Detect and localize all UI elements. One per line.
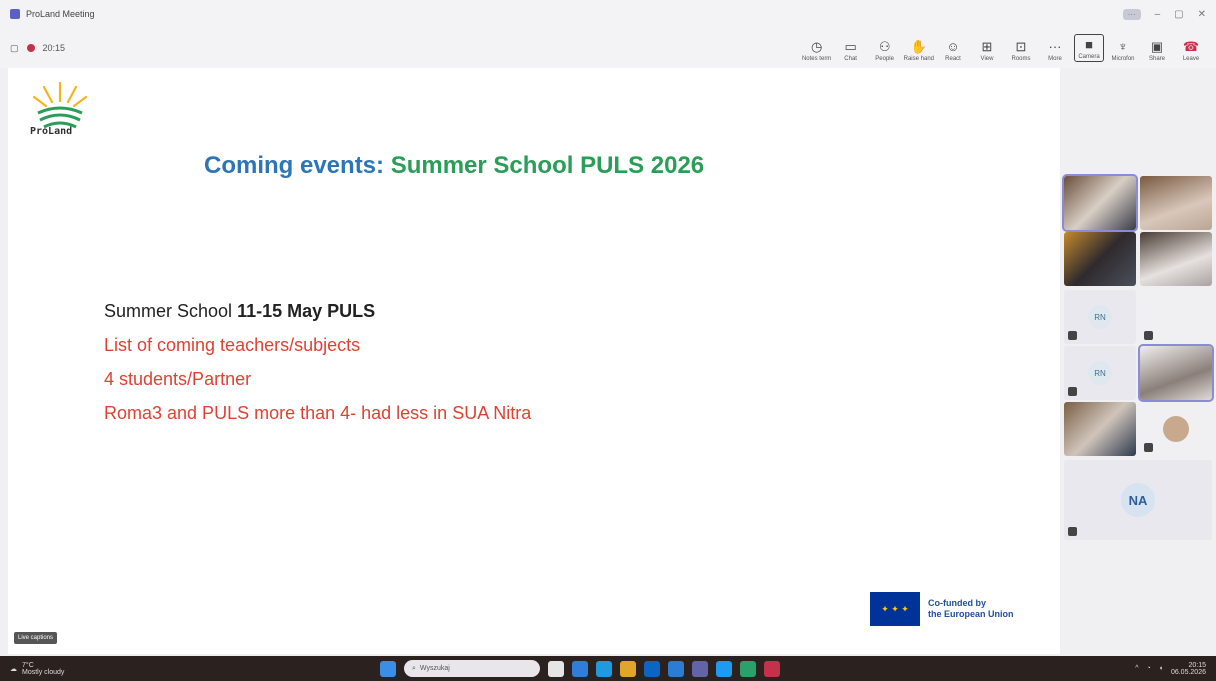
slide-bullets: Summer School 11-15 May PULS List of com… xyxy=(104,294,531,430)
title-bar: ProLand Meeting ··· – ▢ ✕ xyxy=(0,0,1216,28)
weather-widget[interactable]: ☁ 7°C Mostly cloudy xyxy=(10,662,64,676)
zoom-icon[interactable] xyxy=(716,660,732,677)
mic-button[interactable]: ♆ Microfon xyxy=(1108,38,1138,62)
wifi-icon[interactable]: ◔ xyxy=(1146,665,1150,672)
close-icon[interactable]: ✕ xyxy=(1198,9,1206,20)
react-button[interactable]: ☺ React xyxy=(938,38,968,62)
share-icon: ▣ xyxy=(1150,39,1164,54)
leave-button[interactable]: ☎ Leave xyxy=(1176,38,1206,62)
volume-icon[interactable]: ◖ xyxy=(1159,665,1163,672)
windows-taskbar: ☁ 7°C Mostly cloudy ⌕ Wyszukaj ^ ◔ ◖ 20:… xyxy=(0,656,1216,681)
edge-icon[interactable] xyxy=(596,660,612,677)
view-icon: ⊞ xyxy=(981,39,993,54)
participant-video-tile[interactable] xyxy=(1062,174,1138,232)
clock-icon: ◷ xyxy=(810,39,823,54)
avatar: RN xyxy=(1088,305,1112,329)
bullet-students: 4 students/Partner xyxy=(104,369,252,389)
title-part-2: Summer School PULS 2026 xyxy=(390,152,705,179)
live-captions-button[interactable]: Live captions xyxy=(14,632,58,644)
participant-video-tile[interactable] xyxy=(1138,344,1214,402)
mic-muted-icon xyxy=(1068,331,1077,340)
mic-muted-icon xyxy=(1144,443,1153,452)
raise-hand-icon: ✋ xyxy=(910,39,927,54)
more-icon: ··· xyxy=(1048,39,1062,54)
rooms-icon: ⊡ xyxy=(1015,39,1027,54)
tool-buttons: ◷ Notes term ▭ Chat ⚇ People ✋ Raise hand ☺ R… xyxy=(802,34,1206,62)
cloud-icon: ☁ xyxy=(10,665,17,673)
system-tray: ^ ◔ ◖ 20:15 06.05.2026 xyxy=(1135,662,1206,676)
meeting-toolbar: ▢ 20:15 ◷ Notes term ▭ Chat ⚇ People ✋ Raise… xyxy=(0,28,1216,68)
title-part-1: Coming events: xyxy=(204,152,385,179)
bullet-teachers: List of coming teachers/subjects xyxy=(104,335,361,355)
shared-slide: ProLand Coming events: Summer School PUL… xyxy=(8,68,1060,654)
chevron-up-icon[interactable]: ^ xyxy=(1135,665,1138,672)
leave-icon: ☎ xyxy=(1182,39,1200,54)
camera-button[interactable]: ■ Camera xyxy=(1074,34,1104,62)
excel-icon[interactable] xyxy=(740,660,756,677)
react-icon: ☺ xyxy=(946,39,960,54)
mic-icon: ♆ xyxy=(1118,39,1128,54)
raise-hand-button[interactable]: ✋ Raise hand xyxy=(904,38,934,62)
eu-flag-icon: ✦ ✦ ✦ xyxy=(870,592,920,626)
search-icon: ⌕ xyxy=(412,664,416,672)
participant-avatar-tile[interactable] xyxy=(1140,290,1212,344)
teams-app-icon xyxy=(10,9,20,19)
recording-icon xyxy=(26,44,35,52)
more-button[interactable]: ··· More xyxy=(1040,38,1070,62)
store-icon[interactable] xyxy=(572,660,588,677)
start-icon[interactable] xyxy=(380,660,396,677)
participant-avatar-tile[interactable]: RN xyxy=(1064,290,1136,344)
participant-video-tile[interactable] xyxy=(1064,402,1136,456)
acrobat-icon[interactable] xyxy=(764,660,780,677)
share-button[interactable]: ▣ Share xyxy=(1142,38,1172,62)
avatar xyxy=(1163,416,1189,442)
participant-avatar-tile[interactable]: RN xyxy=(1064,346,1136,400)
participant-video-tile[interactable] xyxy=(1140,232,1212,286)
rooms-button[interactable]: ⊡ Rooms xyxy=(1006,38,1036,62)
notes-button[interactable]: ◷ Notes term xyxy=(802,38,832,62)
mic-muted-icon xyxy=(1144,331,1153,340)
avatar: NA xyxy=(1121,483,1155,517)
participant-video-tile[interactable] xyxy=(1140,402,1212,456)
teams-icon[interactable] xyxy=(692,660,708,677)
chat-button[interactable]: ▭ Chat xyxy=(836,38,866,62)
mic-muted-icon xyxy=(1068,527,1077,536)
avatar: RN xyxy=(1088,361,1112,385)
people-button[interactable]: ⚇ People xyxy=(870,38,900,62)
eu-cofunded-badge: ✦ ✦ ✦ Co-funded by the European Union xyxy=(870,592,1014,626)
participant-video-tile[interactable] xyxy=(1064,232,1136,286)
people-icon: ⚇ xyxy=(878,39,891,54)
task-view-icon[interactable] xyxy=(548,660,564,677)
shield-icon: ▢ xyxy=(10,42,19,53)
chat-icon: ▭ xyxy=(844,39,857,54)
minimize-icon[interactable]: – xyxy=(1155,9,1161,20)
slide-title: Coming events: Summer School PULS 2026 xyxy=(204,152,704,180)
word-icon[interactable] xyxy=(668,660,684,677)
mic-muted-icon xyxy=(1068,387,1077,396)
window-title: ProLand Meeting xyxy=(26,9,95,19)
clock[interactable]: 20:15 06.05.2026 xyxy=(1171,662,1206,676)
bullet-roma3: Roma3 and PULS more than 4- had less in … xyxy=(104,403,532,423)
camera-icon: ■ xyxy=(1085,37,1093,52)
logo-text: ProLand xyxy=(30,126,73,137)
participant-video-tile[interactable] xyxy=(1140,176,1212,230)
taskbar-search[interactable]: ⌕ Wyszukaj xyxy=(404,660,540,677)
meeting-timer: 20:15 xyxy=(42,43,66,53)
maximize-icon[interactable]: ▢ xyxy=(1174,9,1183,20)
bullet-summer-school: Summer School 11-15 May PULS xyxy=(104,301,376,321)
outlook-icon[interactable] xyxy=(644,660,660,677)
view-button[interactable]: ⊞ View xyxy=(972,38,1002,62)
chrome-icon[interactable] xyxy=(620,660,636,677)
participant-avatar-tile[interactable]: NA xyxy=(1064,460,1212,540)
account-badge[interactable]: ··· xyxy=(1122,8,1141,20)
